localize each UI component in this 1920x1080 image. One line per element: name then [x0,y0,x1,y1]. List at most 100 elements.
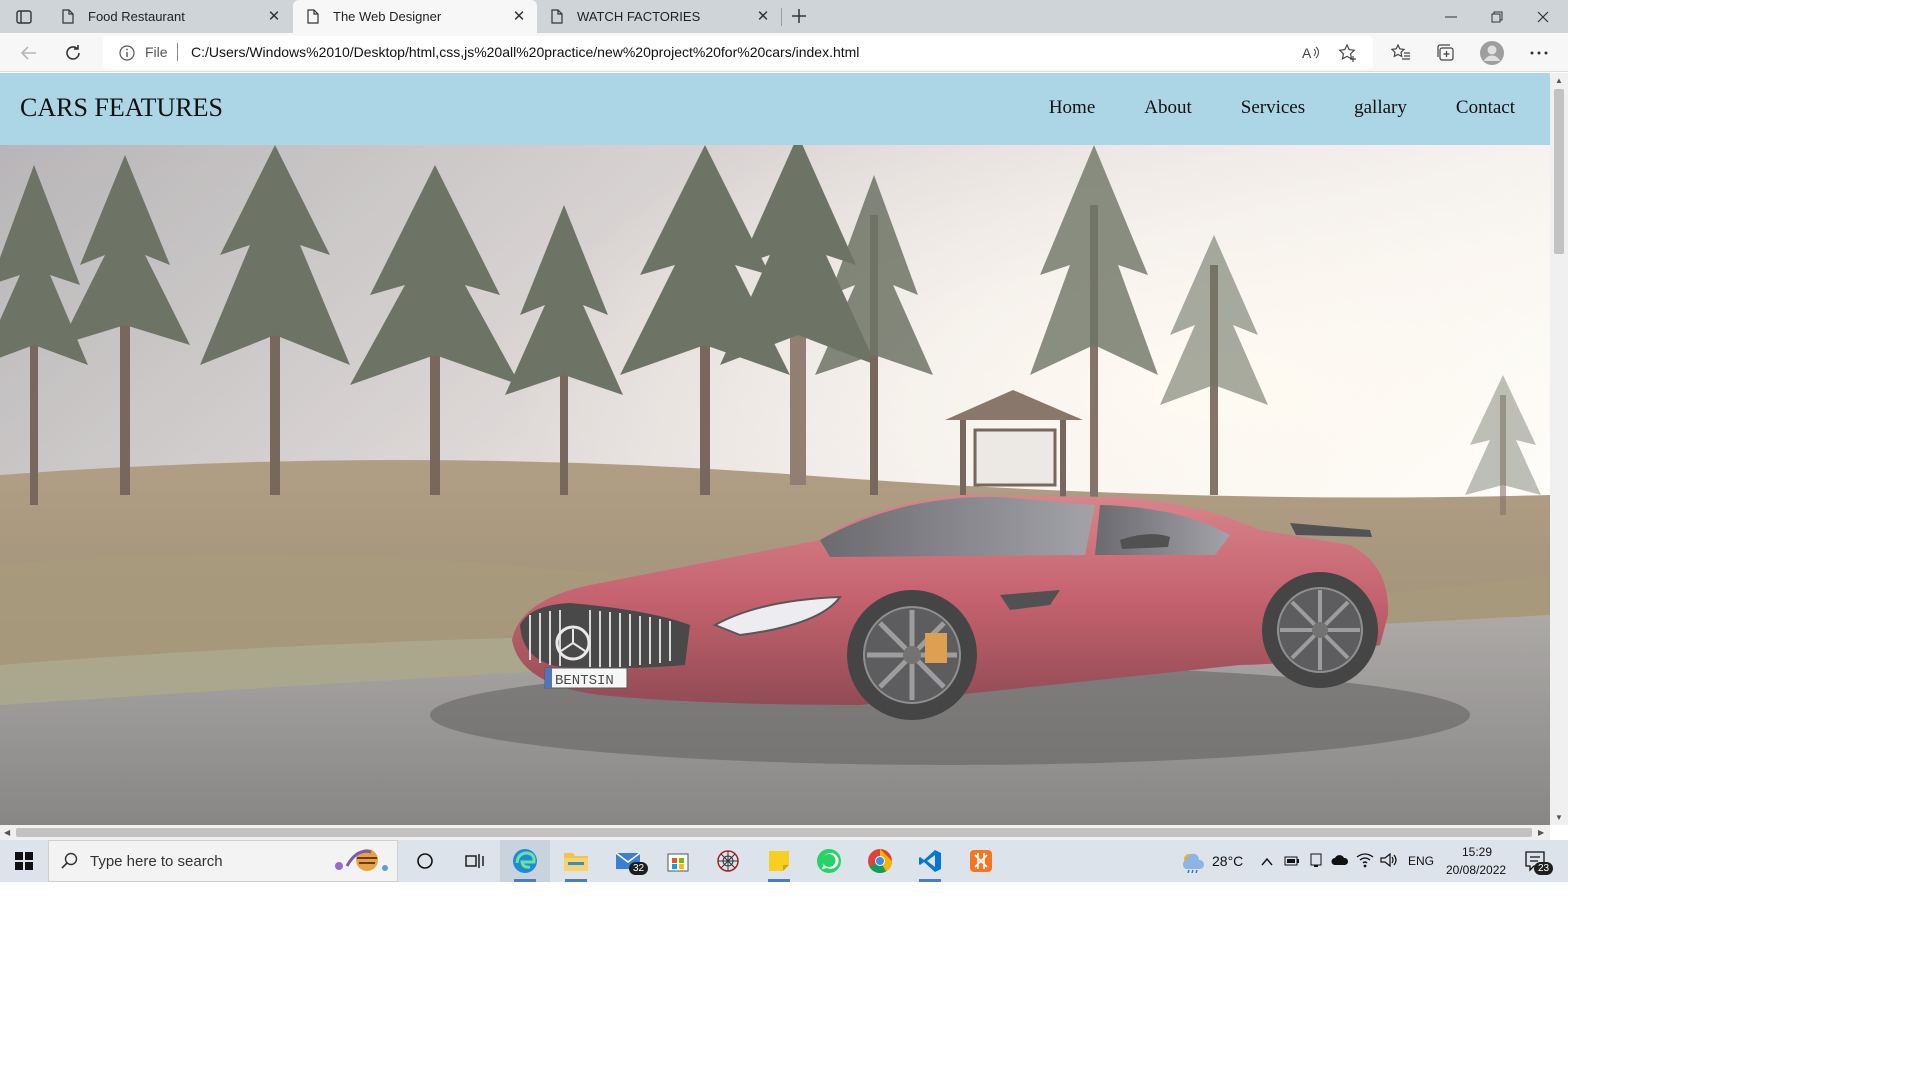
minimize-button[interactable] [1428,0,1474,33]
close-tab-icon[interactable]: ✕ [755,8,771,25]
address-divider [177,43,178,61]
read-aloud-icon[interactable]: A [1301,43,1321,63]
weather-icon[interactable] [1180,851,1206,878]
scroll-right-icon[interactable]: ▶ [1538,828,1544,837]
folder-icon [564,853,588,871]
clock-date[interactable]: 20/08/2022 [1446,863,1506,877]
page-icon [62,9,76,25]
new-tab-button[interactable] [786,4,812,28]
device-icon[interactable] [1308,852,1324,873]
task-view-button[interactable] [400,840,450,882]
browser-tab-bar: Food Restaurant ✕ The Web Designer ✕ WAT… [0,0,1568,33]
site-brand[interactable]: CARS FEATURES [20,93,223,123]
taskbar-app-sticky-notes[interactable] [754,840,804,882]
taskbar-app-whatsapp[interactable] [804,840,854,882]
favorites-icon[interactable] [1389,41,1413,65]
svg-text:A: A [1302,45,1312,61]
weather-temperature[interactable]: 28°C [1212,853,1243,869]
restore-button[interactable] [1474,0,1520,33]
nav-about[interactable]: About [1144,97,1192,119]
whatsapp-icon [817,849,841,873]
vertical-scrollbar[interactable]: ▲ ▼ [1550,73,1568,825]
nav-gallary[interactable]: gallary [1354,97,1407,119]
close-tab-icon[interactable]: ✕ [266,8,282,25]
search-icon [61,852,79,875]
windows-logo-icon [15,852,33,870]
spider-web-icon [717,850,739,872]
scheme-label: File [145,44,168,60]
refresh-button[interactable] [59,39,87,67]
back-arrow-icon [20,46,36,60]
taskbar-app-store[interactable] [653,840,703,882]
input-language[interactable]: ENG [1408,854,1434,868]
add-favorite-icon[interactable] [1338,43,1358,63]
more-options-icon[interactable] [1527,41,1551,65]
taskbar-app-file-explorer[interactable] [551,840,601,882]
browser-tab-the-web-designer[interactable]: The Web Designer ✕ [293,0,537,33]
search-highlight-icon [327,846,393,883]
clock-time[interactable]: 15:29 [1462,845,1492,859]
tab-divider [781,8,782,26]
page-viewport: CARS FEATURES Home About Services gallar… [0,73,1550,825]
hero-image: BENTSIN [0,145,1550,825]
start-button[interactable] [0,840,48,882]
refresh-icon [66,45,80,60]
wifi-icon[interactable] [1356,852,1374,873]
show-hidden-icons-icon[interactable] [1261,854,1273,872]
taskbar-app-chrome[interactable] [855,840,905,882]
back-button[interactable] [14,39,42,67]
close-window-button[interactable] [1520,0,1566,33]
browser-tab-watch-factories[interactable]: WATCH FACTORIES ✕ [537,0,781,33]
close-tab-icon[interactable]: ✕ [511,8,527,25]
windows-taskbar: Type here to search 32 28°C ENG 15:29 20… [0,840,1568,882]
scroll-left-icon[interactable]: ◀ [4,828,10,837]
tab-actions-icon[interactable] [10,6,38,28]
battery-icon[interactable] [1284,854,1300,872]
scroll-down-icon[interactable]: ▼ [1555,813,1563,822]
task-switcher-button[interactable] [450,840,500,882]
active-indicator [919,879,941,882]
tab-title: Food Restaurant [88,9,185,24]
vertical-scroll-thumb[interactable] [1554,89,1564,254]
horizontal-scrollbar[interactable]: ◀ ▶ [0,825,1550,840]
collections-icon[interactable] [1434,41,1458,65]
active-indicator [565,879,587,882]
taskbar-search-box[interactable]: Type here to search [48,840,398,882]
search-placeholder: Type here to search [90,853,223,870]
taskbar-app-mail[interactable]: 32 [603,840,653,882]
browser-tab-food-restaurant[interactable]: Food Restaurant ✕ [48,0,292,33]
address-bar[interactable]: File C:/Users/Windows%2010/Desktop/html,… [103,36,1373,69]
site-nav: Home About Services gallary Contact [1000,97,1515,119]
taskbar-app-spider[interactable] [703,840,753,882]
sticky-notes-icon [769,851,789,871]
onedrive-cloud-icon[interactable] [1331,853,1349,871]
xampp-icon [970,850,992,872]
taskbar-app-vscode[interactable] [905,840,955,882]
nav-home[interactable]: Home [1049,97,1095,119]
taskbar-app-xampp[interactable] [956,840,1006,882]
horizontal-scroll-thumb[interactable] [16,828,1532,837]
chrome-icon [868,849,892,874]
volume-icon[interactable] [1380,852,1398,873]
page-icon [551,9,565,25]
mail-badge: 32 [629,862,649,875]
active-indicator [768,879,790,882]
page-icon [307,9,321,25]
tab-title: The Web Designer [333,9,442,24]
url-text[interactable]: C:/Users/Windows%2010/Desktop/html,css,j… [191,44,859,60]
tab-title: WATCH FACTORIES [577,9,701,24]
info-icon[interactable] [119,45,135,66]
nav-services[interactable]: Services [1241,97,1305,119]
vscode-icon [919,850,941,872]
nav-contact[interactable]: Contact [1456,97,1515,119]
browser-toolbar: File C:/Users/Windows%2010/Desktop/html,… [0,33,1568,72]
task-view-icon [465,854,484,868]
site-header: CARS FEATURES Home About Services gallar… [0,73,1550,145]
scroll-up-icon[interactable]: ▲ [1555,76,1563,85]
plus-icon [792,9,806,23]
cortana-icon [417,853,433,869]
profile-avatar[interactable] [1480,41,1504,65]
store-icon [667,853,689,872]
edge-icon [513,849,537,873]
taskbar-app-edge[interactable] [500,840,550,882]
